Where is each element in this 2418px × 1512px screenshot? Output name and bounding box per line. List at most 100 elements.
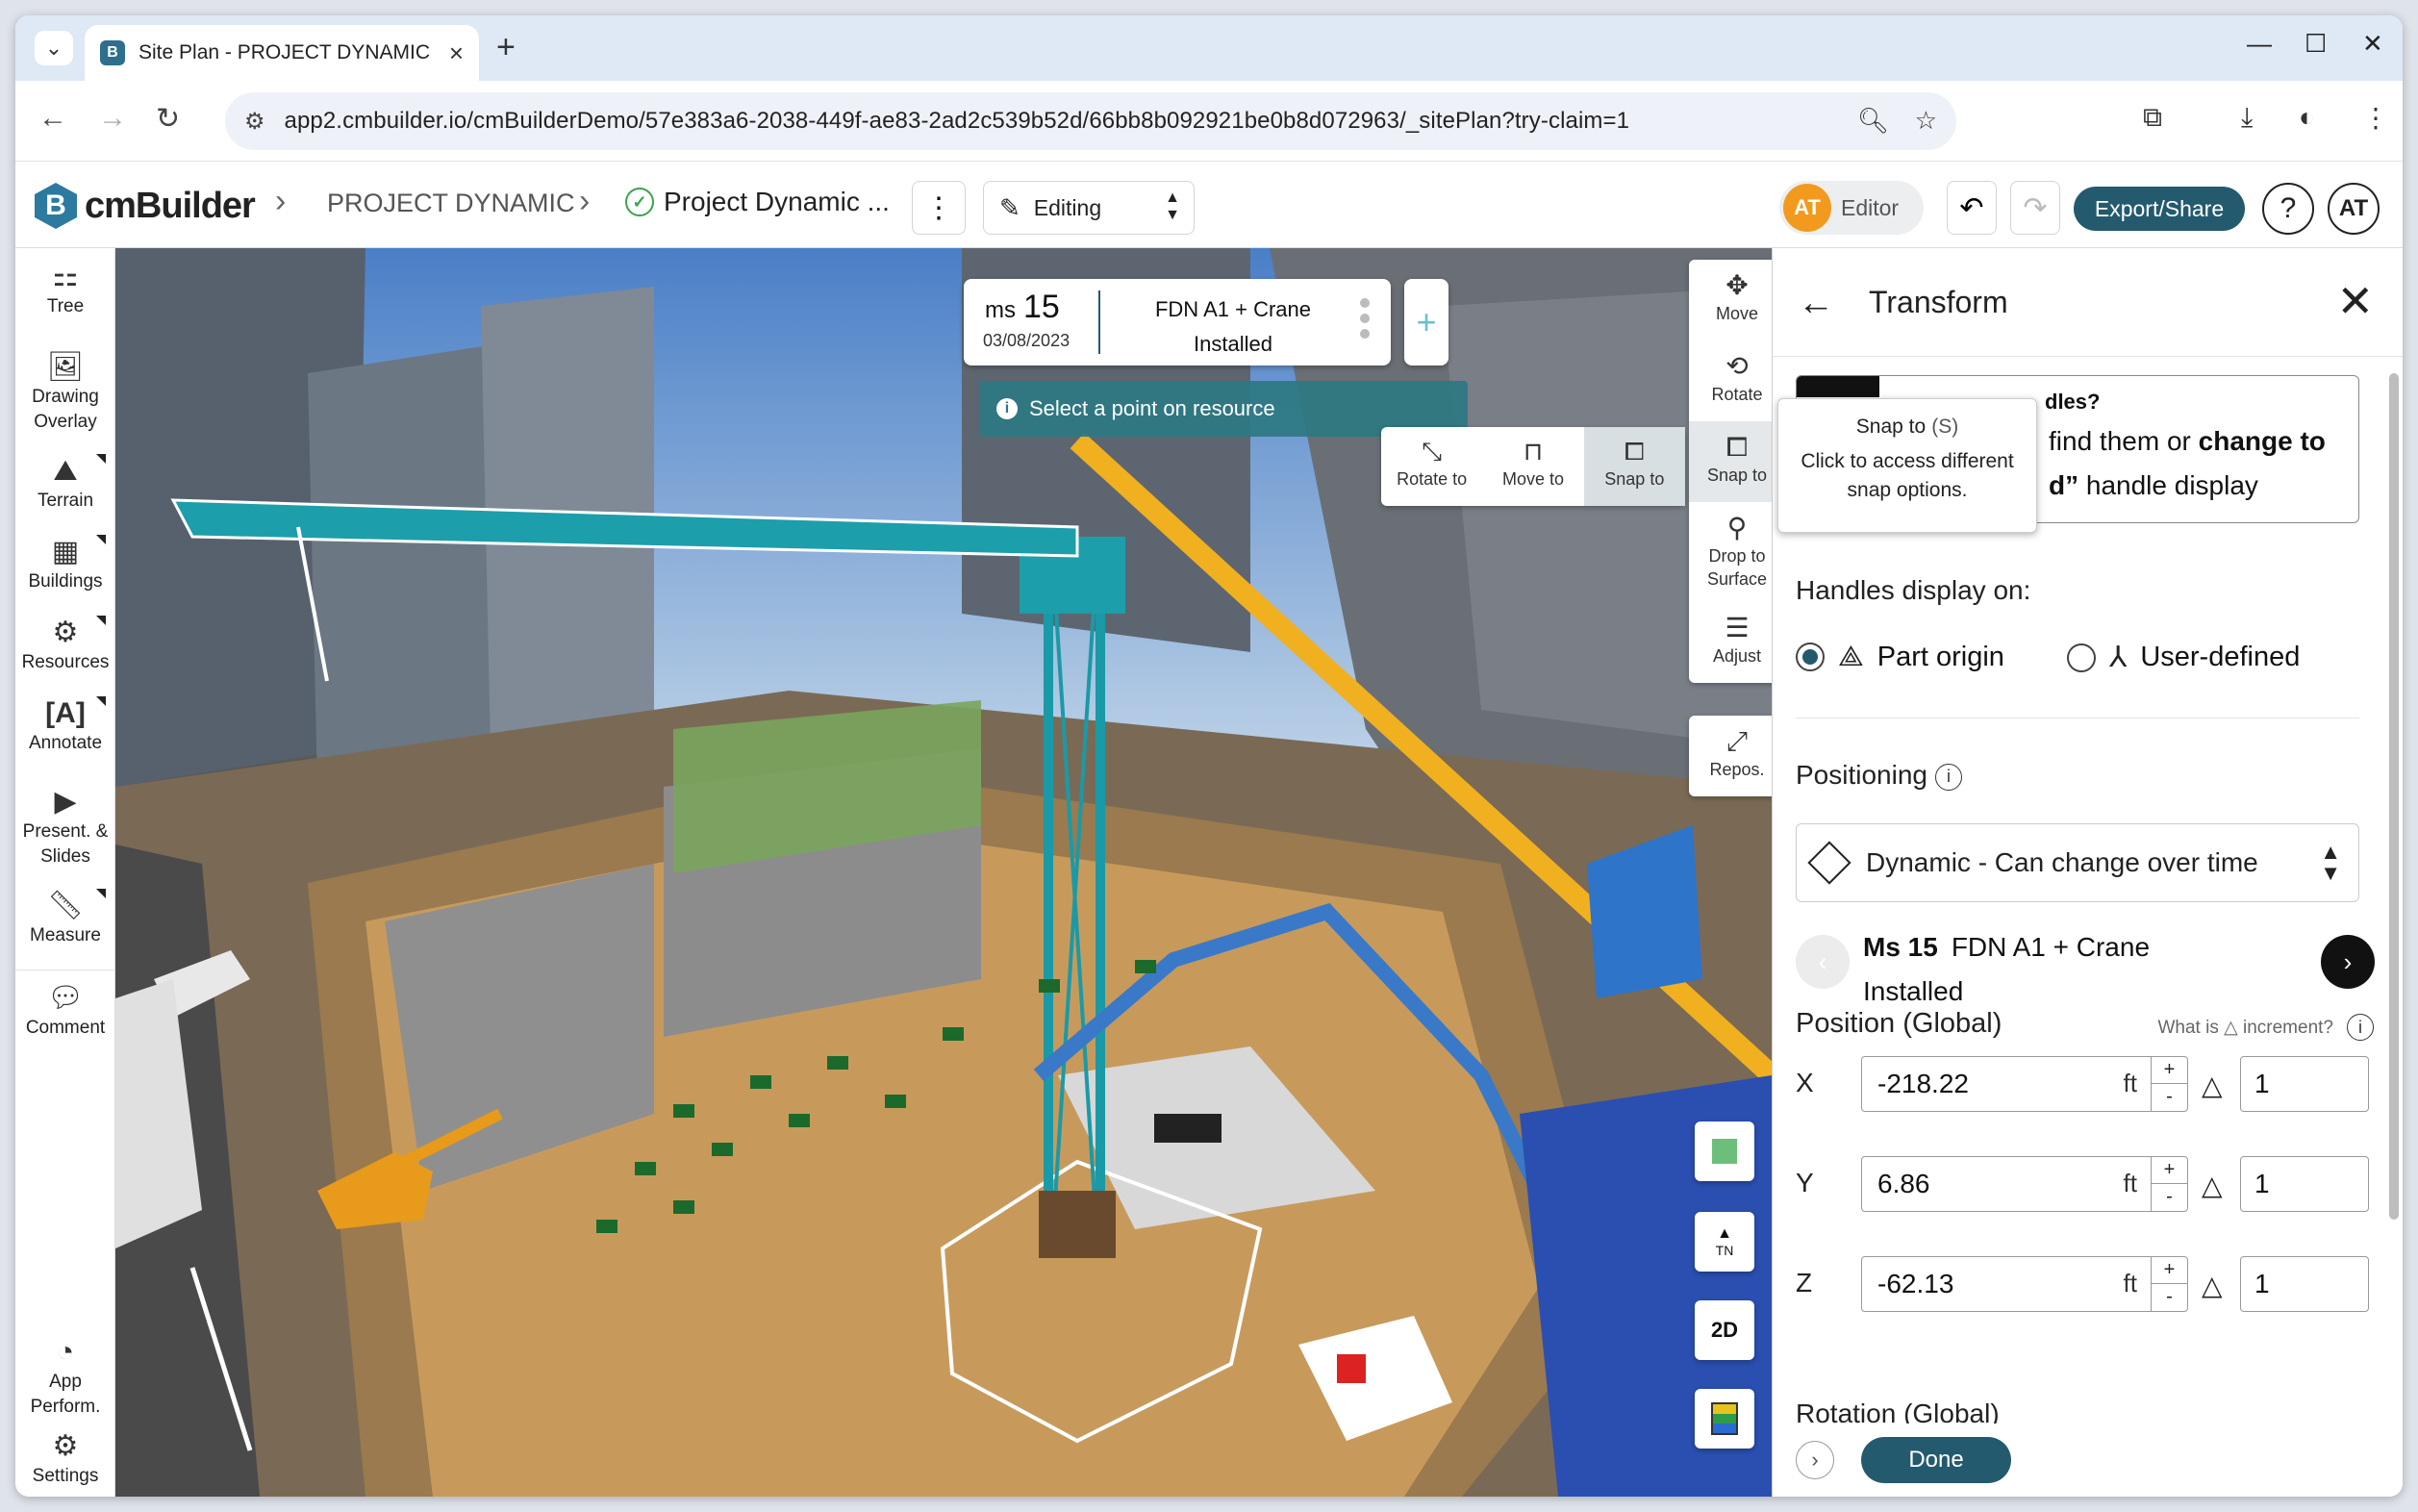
- drop-to-surface-button[interactable]: ⚲ Drop to Surface: [1689, 502, 1772, 602]
- back-arrow-icon[interactable]: ←: [1798, 283, 1834, 324]
- panel-scrollbar[interactable]: [2389, 373, 2399, 1220]
- logo-mark-icon: B: [35, 183, 77, 229]
- milestone-menu-icon[interactable]: [1360, 298, 1370, 344]
- updown-icon: ▲ ▼: [1165, 189, 1180, 223]
- pencil-icon: ✎: [999, 192, 1020, 222]
- bookmark-star-icon[interactable]: ☆: [1915, 106, 1937, 136]
- map-view-button[interactable]: [1695, 1121, 1754, 1181]
- position-z-input[interactable]: -62.13 ft + -: [1861, 1256, 2188, 1312]
- undo-button[interactable]: ↶: [1947, 181, 1997, 235]
- true-north-button[interactable]: ▲ TN: [1695, 1212, 1754, 1272]
- x-axis-label: X: [1796, 1068, 1814, 1097]
- move-tool-button[interactable]: ✥ Move: [1689, 260, 1772, 340]
- rail-drawing-overlay[interactable]: 🖼︎ Drawing Overlay: [15, 350, 115, 435]
- rail-label: Tree: [46, 296, 85, 316]
- rail-measure[interactable]: 📏︎ Measure: [15, 889, 115, 948]
- extensions-icon[interactable]: ⧉: [2143, 102, 2162, 134]
- next-milestone-button[interactable]: ›: [2321, 935, 2375, 989]
- breadcrumb-plan[interactable]: ✓ Project Dynamic ...: [625, 187, 890, 217]
- more-options-button[interactable]: ⋮: [912, 181, 966, 235]
- expand-chevron-icon[interactable]: ›: [1796, 1441, 1834, 1479]
- positioning-info-icon[interactable]: i: [1934, 763, 1962, 791]
- layers-button[interactable]: [1695, 1389, 1754, 1449]
- snap-to-tooltip: Snap to (S) Click to access different sna…: [1777, 398, 2037, 533]
- y-stepper[interactable]: + -: [2151, 1157, 2187, 1211]
- z-increment-input[interactable]: 1: [2240, 1256, 2369, 1312]
- omnibox[interactable]: ⚙ app2.cmbuilder.io/cmBuilderDemo/57e383…: [225, 92, 1956, 150]
- new-tab-button[interactable]: +: [496, 29, 516, 66]
- forward-icon[interactable]: →: [98, 102, 127, 135]
- rail-resources[interactable]: ⚙ Resources: [15, 616, 115, 675]
- radio-user-defined[interactable]: ⅄ User-defined: [2067, 641, 2300, 674]
- site-info-icon[interactable]: ⚙: [244, 108, 265, 136]
- add-milestone-button[interactable]: +: [1404, 279, 1448, 365]
- rail-annotate[interactable]: [A] Annotate: [15, 696, 115, 756]
- 2d-toggle-button[interactable]: 2D: [1695, 1300, 1754, 1360]
- position-x-input[interactable]: -218.22 ft + -: [1861, 1056, 2188, 1112]
- reposition-button[interactable]: ⤢ Repos.: [1689, 716, 1772, 796]
- redo-button[interactable]: ↷: [2010, 181, 2060, 235]
- close-panel-icon[interactable]: ✕: [2336, 275, 2374, 327]
- tab-bar: ⌄ B Site Plan - PROJECT DYNAMIC × + — ☐ …: [15, 15, 2403, 81]
- browser-window: ⌄ B Site Plan - PROJECT DYNAMIC × + — ☐ …: [15, 15, 2403, 1497]
- adjust-tool-button[interactable]: ☰ Adjust: [1689, 602, 1772, 683]
- z-axis-label: Z: [1796, 1268, 1813, 1298]
- notice-line-2: find them or change to: [2049, 426, 2326, 456]
- profile-extension-icon[interactable]: ◐: [2299, 102, 2315, 133]
- position-y-input[interactable]: 6.86 ft + -: [1861, 1156, 2188, 1212]
- rotate-to-button[interactable]: ⤡ Rotate to: [1381, 427, 1482, 506]
- editor-role-chip[interactable]: AT Editor: [1779, 181, 1924, 235]
- done-button[interactable]: Done: [1861, 1437, 2011, 1483]
- y-increment-input[interactable]: 1: [2240, 1156, 2369, 1212]
- x-stepper[interactable]: + -: [2151, 1057, 2187, 1111]
- help-button[interactable]: ?: [2262, 183, 2314, 235]
- maximize-icon[interactable]: ☐: [2305, 29, 2327, 59]
- app-performance-icon: ◔: [56, 1336, 75, 1368]
- reload-icon[interactable]: ↻: [156, 102, 180, 136]
- cmbuilder-logo[interactable]: B cmBuilder: [35, 183, 256, 229]
- export-share-button[interactable]: Export/Share: [2074, 187, 2245, 231]
- increment-help[interactable]: What is △ increment? i: [2157, 1014, 2374, 1041]
- close-window-icon[interactable]: ✕: [2362, 29, 2383, 59]
- mode-select[interactable]: ✎ Editing ▲ ▼: [983, 181, 1195, 235]
- rail-label: Terrain: [37, 491, 94, 511]
- increment-info-icon[interactable]: i: [2347, 1014, 2374, 1041]
- positioning-select[interactable]: Dynamic - Can change over time ▲ ▼: [1796, 823, 2359, 902]
- url-text[interactable]: app2.cmbuilder.io/cmBuilderDemo/57e383a6…: [285, 108, 1630, 135]
- browser-menu-icon[interactable]: ⋮: [2362, 102, 2389, 134]
- move-to-button[interactable]: ⊓ Move to: [1482, 427, 1583, 506]
- close-tab-icon[interactable]: ×: [449, 38, 464, 68]
- z-stepper[interactable]: + -: [2151, 1257, 2187, 1311]
- rail-settings[interactable]: ⚙ Settings: [15, 1429, 115, 1489]
- minimize-icon[interactable]: —: [2247, 29, 2272, 59]
- mode-label: Editing: [1033, 194, 1102, 220]
- positioning-label: Positioning i: [1796, 760, 1962, 791]
- 3d-viewport[interactable]: ms 15 03/08/2023 FDN A1 + Crane Installed …: [115, 248, 1772, 1497]
- back-icon[interactable]: ←: [38, 102, 67, 135]
- snap-to-tool-button[interactable]: ⧠ Snap to: [1689, 421, 1772, 502]
- settings-icon: ⚙: [52, 1430, 79, 1462]
- download-icon[interactable]: ⤓: [2241, 102, 2253, 134]
- radio-part-origin[interactable]: ⟁ Part origin: [1796, 641, 2004, 673]
- part-origin-icon: ⟁: [1838, 641, 1864, 672]
- snap-to-icon: ⧠: [1725, 432, 1749, 462]
- user-avatar[interactable]: AT: [2328, 183, 2380, 235]
- tab-search-button[interactable]: ⌄: [35, 31, 73, 65]
- snap-to-sub-button[interactable]: ⧠ Snap to: [1583, 427, 1685, 506]
- rail-app-performance[interactable]: ◔ App Perform.: [15, 1335, 115, 1420]
- rail-comment[interactable]: 💬︎ Comment: [15, 981, 115, 1041]
- rail-tree[interactable]: ⚏ Tree: [15, 260, 115, 319]
- rail-terrain[interactable]: ⛰︎ Terrain: [15, 454, 115, 514]
- zoom-icon[interactable]: 🔍︎: [1857, 106, 1889, 136]
- app-header: B cmBuilder › PROJECT DYNAMIC › ✓ Projec…: [15, 162, 2403, 248]
- rail-present-slides[interactable]: ▶ Present. & Slides: [15, 785, 115, 869]
- positioning-value: Dynamic - Can change over time: [1866, 847, 2258, 877]
- rail-buildings[interactable]: ▦ Buildings: [15, 535, 115, 594]
- previous-milestone-button[interactable]: ‹: [1796, 935, 1850, 989]
- milestone-card[interactable]: ms 15 03/08/2023 FDN A1 + Crane Installed: [964, 279, 1391, 365]
- breadcrumb-project[interactable]: PROJECT DYNAMIC: [327, 189, 575, 218]
- browser-tab[interactable]: B Site Plan - PROJECT DYNAMIC ×: [85, 25, 479, 81]
- x-increment-input[interactable]: 1: [2240, 1056, 2369, 1112]
- rotate-tool-button[interactable]: ⟲ Rotate: [1689, 340, 1772, 421]
- editor-label: Editor: [1841, 194, 1900, 220]
